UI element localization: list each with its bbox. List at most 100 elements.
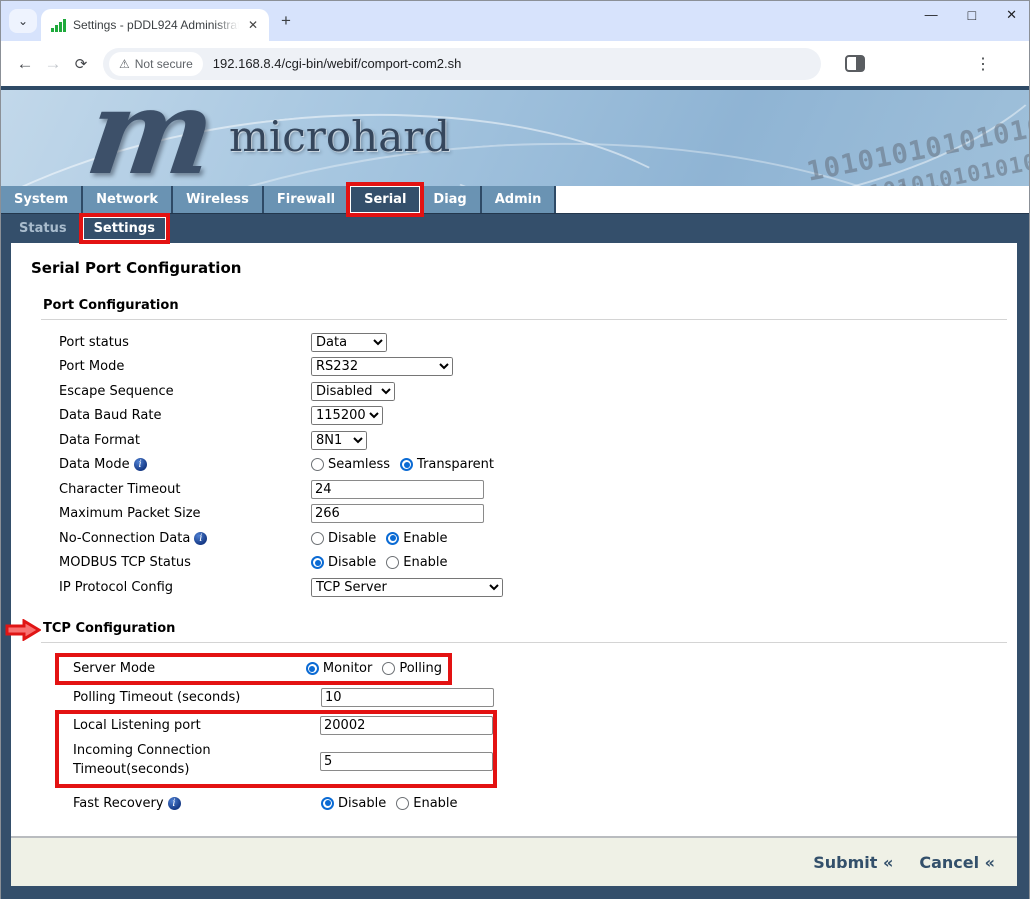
reload-button[interactable]: ⟳ (67, 55, 95, 73)
nav-tab-wireless[interactable]: Wireless (173, 186, 264, 213)
radio-unchecked[interactable] (396, 797, 409, 810)
field-label-line1: Incoming Connection (73, 743, 211, 758)
window-maximize-button[interactable]: □ (968, 7, 976, 23)
field-label-line2: Timeout(seconds) (73, 762, 189, 777)
escape-sequence-select[interactable]: Disabled (311, 382, 395, 401)
field-label: Data Mode i (59, 457, 311, 472)
menu-kebab-icon[interactable]: ⋮ (975, 54, 991, 74)
microhard-logo-text: microhard (229, 112, 450, 161)
main-nav: System Network Wireless Firewall Serial … (1, 186, 1029, 214)
radio-unchecked[interactable] (382, 662, 395, 675)
info-icon[interactable]: i (194, 532, 207, 545)
address-bar[interactable]: ⚠ Not secure 192.168.8.4/cgi-bin/webif/c… (103, 48, 821, 80)
nav-tab-system[interactable]: System (1, 186, 83, 213)
field-row-maximum-packet-size: Maximum Packet Size (59, 502, 1017, 527)
field-row-port-status: Port status Data (59, 330, 1017, 355)
side-panel-icon[interactable] (845, 55, 865, 72)
radio-label: Polling (399, 661, 442, 676)
local-listening-port-input[interactable] (320, 716, 493, 735)
field-row-data-mode: Data Mode i Seamless Transparent (59, 453, 1017, 478)
field-row-fast-recovery: Fast Recovery i Disable Enable (73, 791, 1017, 816)
field-label-text: No-Connection Data (59, 531, 190, 546)
radio-checked[interactable] (386, 532, 399, 545)
browser-tab[interactable]: Settings - pDDL924 Administrat ✕ (41, 9, 269, 41)
radio-option-transparent[interactable]: Transparent (400, 457, 494, 472)
field-label: Local Listening port (73, 718, 320, 733)
port-mode-select[interactable]: RS232 (311, 357, 453, 376)
section-heading-tcp-configuration: TCP Configuration (43, 621, 1017, 636)
section-rule (41, 642, 1007, 643)
forward-button[interactable]: → (39, 54, 67, 74)
nav-tab-serial[interactable]: Serial (350, 186, 420, 213)
nav-tab-network[interactable]: Network (83, 186, 173, 213)
field-label: Port status (59, 335, 311, 350)
radio-option-disable[interactable]: Disable (321, 796, 386, 811)
field-row-ip-protocol-config: IP Protocol Config TCP Server (59, 575, 1017, 600)
site-security-chip[interactable]: ⚠ Not secure (109, 52, 203, 76)
radio-option-disable[interactable]: Disable (311, 531, 376, 546)
field-row-local-listening-port: Local Listening port (59, 714, 493, 739)
nav-tab-firewall[interactable]: Firewall (264, 186, 350, 213)
ip-protocol-config-select[interactable]: TCP Server (311, 578, 503, 597)
tab-search-button[interactable]: ⌄ (9, 9, 37, 33)
fast-recovery-radios: Disable Enable (321, 796, 464, 811)
back-button[interactable]: ← (11, 54, 39, 74)
radio-option-seamless[interactable]: Seamless (311, 457, 390, 472)
nav-tab-diag[interactable]: Diag (420, 186, 481, 213)
radio-label: Transparent (417, 457, 494, 472)
radio-checked[interactable] (311, 556, 324, 569)
red-arrow-annotation (5, 619, 41, 641)
radio-option-monitor[interactable]: Monitor (306, 661, 372, 676)
field-row-character-timeout: Character Timeout (59, 477, 1017, 502)
subnav-tab-status[interactable]: Status (9, 218, 77, 239)
new-tab-button[interactable]: + (281, 11, 291, 31)
radio-unchecked[interactable] (311, 532, 324, 545)
radio-checked[interactable] (321, 797, 334, 810)
data-baud-rate-select[interactable]: 115200 (311, 406, 383, 425)
field-label: Server Mode (73, 661, 306, 676)
field-row-polling-timeout: Polling Timeout (seconds) (73, 685, 1017, 710)
section-heading-text: TCP Configuration (43, 621, 175, 636)
radio-checked[interactable] (400, 458, 413, 471)
polling-timeout-input[interactable] (321, 688, 494, 707)
radio-label: Disable (338, 796, 386, 811)
field-label: Fast Recovery i (73, 796, 321, 811)
radio-option-enable[interactable]: Enable (386, 555, 447, 570)
field-label: Escape Sequence (59, 384, 311, 399)
security-label: Not secure (135, 57, 193, 71)
submit-button[interactable]: Submit « (813, 853, 893, 872)
tab-close-icon[interactable]: ✕ (245, 17, 261, 33)
sub-nav: Status Settings (1, 214, 1029, 243)
cancel-button[interactable]: Cancel « (919, 853, 995, 872)
radio-label: Disable (328, 555, 376, 570)
field-label: MODBUS TCP Status (59, 555, 311, 570)
radio-option-polling[interactable]: Polling (382, 661, 442, 676)
url-text[interactable]: 192.168.8.4/cgi-bin/webif/comport-com2.s… (213, 56, 462, 71)
port-status-select[interactable]: Data (311, 333, 387, 352)
window-minimize-button[interactable]: — (925, 7, 938, 23)
incoming-connection-timeout-input[interactable] (320, 752, 493, 771)
nav-tab-admin[interactable]: Admin (482, 186, 557, 213)
signal-bars-favicon (51, 18, 67, 32)
field-label: Data Format (59, 433, 311, 448)
radio-unchecked[interactable] (311, 458, 324, 471)
data-format-select[interactable]: 8N1 (311, 431, 367, 450)
field-row-server-mode: Server Mode Monitor Polling (59, 657, 448, 682)
radio-option-enable[interactable]: Enable (396, 796, 457, 811)
radio-option-enable[interactable]: Enable (386, 531, 447, 546)
field-row-port-mode: Port Mode RS232 (59, 355, 1017, 380)
radio-checked[interactable] (306, 662, 319, 675)
field-label-text: Data Mode (59, 457, 130, 472)
info-icon[interactable]: i (168, 797, 181, 810)
tab-title: Settings - pDDL924 Administrat (73, 18, 239, 32)
info-icon[interactable]: i (134, 458, 147, 471)
radio-unchecked[interactable] (386, 556, 399, 569)
window-close-button[interactable]: ✕ (1006, 7, 1017, 23)
subnav-tab-settings[interactable]: Settings (83, 217, 166, 240)
character-timeout-input[interactable] (311, 480, 484, 499)
maximum-packet-size-input[interactable] (311, 504, 484, 523)
radio-option-disable[interactable]: Disable (311, 555, 376, 570)
radio-label: Enable (413, 796, 457, 811)
field-label: Port Mode (59, 359, 311, 374)
microhard-banner: 10101010101010 101010101010 0101010 m mi… (1, 86, 1029, 186)
